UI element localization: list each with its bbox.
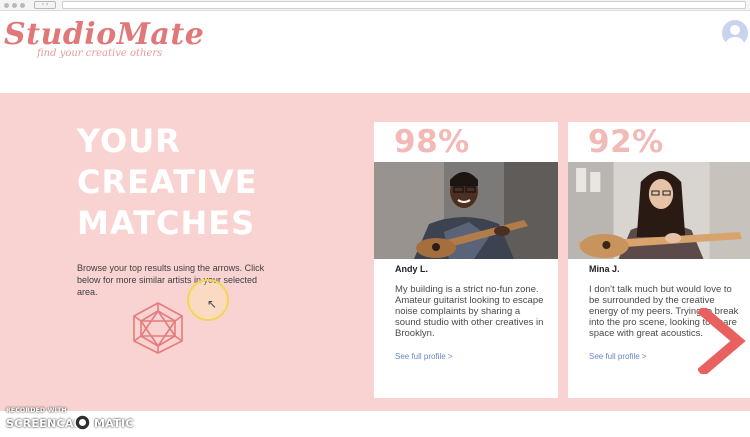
hero-description: Browse your top results using the arrows… xyxy=(77,263,265,297)
back-forward-buttons[interactable]: ‹ › xyxy=(34,1,56,9)
profile-photo xyxy=(568,162,750,259)
browser-toolbar: ‹ › xyxy=(0,0,750,11)
screencast-logo-icon xyxy=(74,414,91,431)
matches-section: YOUR CREATIVE MATCHES Browse your top re… xyxy=(0,93,750,411)
window-dot-icon xyxy=(4,3,9,8)
chevron-right-icon[interactable] xyxy=(698,308,746,374)
watermark-recorded-with: RECORDED WITH xyxy=(6,407,67,414)
see-full-profile-link[interactable]: See full profile > xyxy=(589,352,647,361)
screencast-watermark: RECORDED WITH SCREENCAST MATIC xyxy=(4,407,164,435)
watermark-brand: MATIC xyxy=(94,417,134,430)
match-bio: My building is a strict no-fun zone. Ama… xyxy=(395,284,544,339)
site-header: StudioMate find your creative others xyxy=(0,11,750,93)
window-dot-icon xyxy=(12,3,17,8)
match-card[interactable]: 98% Andy L. My building is a strict no-f… xyxy=(374,122,558,398)
match-name: Andy L. xyxy=(395,264,428,274)
title-line: CREATIVE xyxy=(77,163,258,201)
title-line: YOUR xyxy=(77,122,181,160)
match-name: Mina J. xyxy=(589,264,620,274)
address-bar[interactable] xyxy=(62,1,746,9)
logo[interactable]: StudioMate xyxy=(4,17,204,52)
geodesic-hexagon-icon[interactable] xyxy=(130,301,186,355)
page-title: YOUR CREATIVE MATCHES xyxy=(77,121,337,244)
match-percent: 92% xyxy=(588,124,664,160)
match-percent: 98% xyxy=(394,124,470,160)
window-dot-icon xyxy=(20,3,25,8)
see-full-profile-link[interactable]: See full profile > xyxy=(395,352,453,361)
mouse-cursor-icon: ↖ xyxy=(207,297,218,311)
title-line: MATCHES xyxy=(77,204,256,242)
tagline: find your creative others xyxy=(37,48,163,59)
user-avatar-icon[interactable] xyxy=(722,20,748,46)
profile-photo xyxy=(374,162,558,259)
